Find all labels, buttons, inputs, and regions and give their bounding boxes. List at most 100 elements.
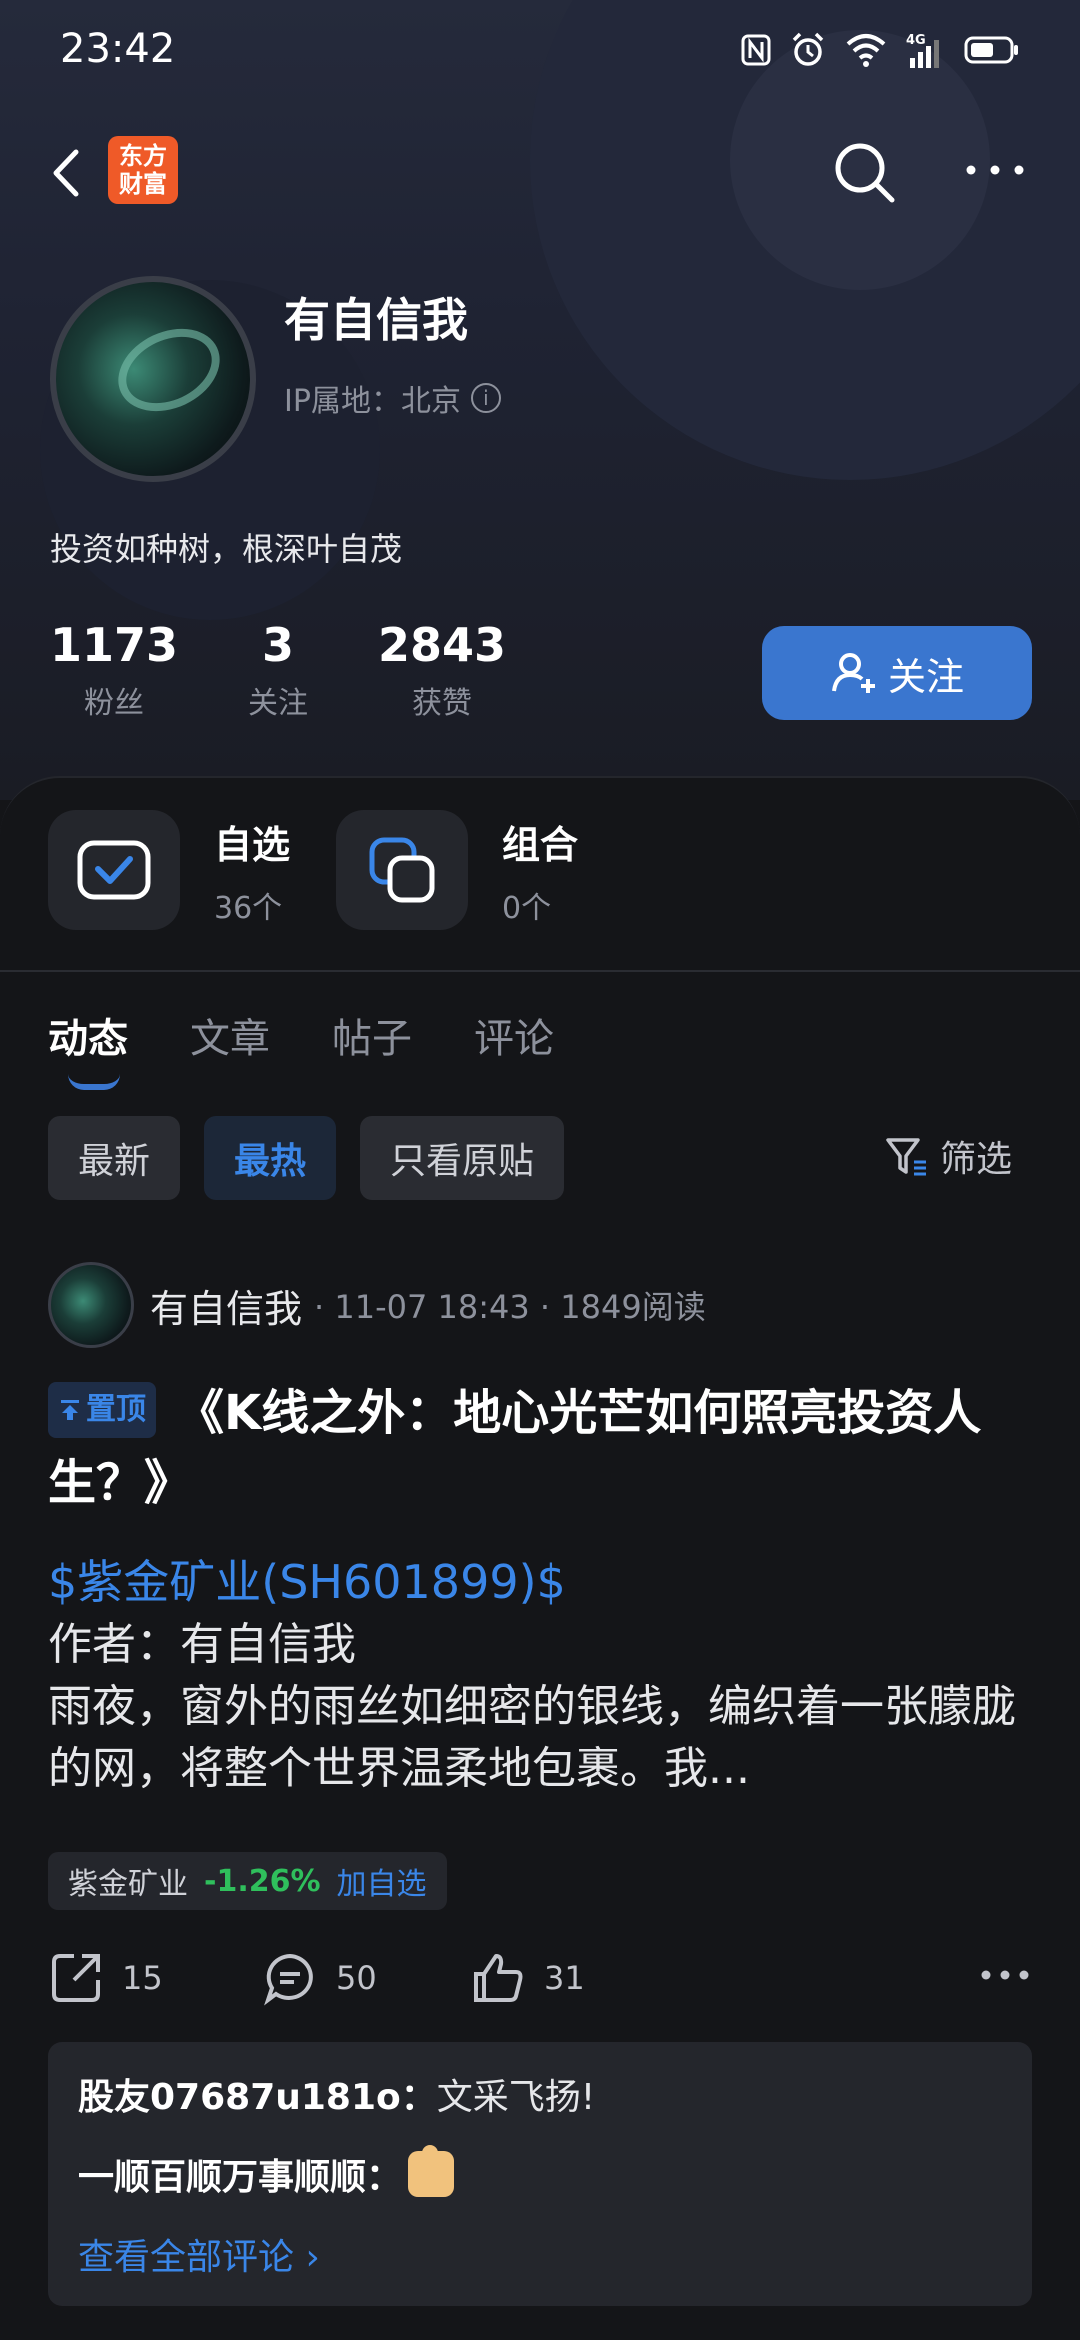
wifi-icon [846,34,886,67]
filter-hottest[interactable]: 最热 [204,1116,337,1200]
app-root: 23:42 4G 东方 财富 有自信我 IP属地：北京 i 投资如种树，根深叶自… [0,0,1080,2340]
watchlist-title: 自选 [214,822,291,867]
post-meta: · 11-07 18:43 · 1849阅读 [314,1288,706,1326]
share-button[interactable]: 15 [48,1950,163,2006]
logo-text-line: 东方 [119,142,167,170]
watchlist-text: 自选 36个 [214,814,290,927]
svg-text:4G: 4G [906,33,926,48]
pinned-badge: 置顶 [48,1382,156,1438]
profile-stats: 1173 粉丝 3 关注 2843 获赞 [50,618,576,722]
add-user-icon [831,653,875,693]
ip-location: IP属地：北京 i [284,376,501,420]
signal-4g-icon: 4G [906,33,939,68]
post-header: 有自信我 · 11-07 18:43 · 1849阅读 [48,1262,706,1348]
post-author-avatar[interactable] [48,1262,134,1348]
checkbox-icon [77,840,151,900]
comment-user[interactable]: 股友07687u181o： [78,2068,437,2120]
portfolio-icon-wrap [336,810,468,930]
portfolio-icon [369,837,435,903]
app-logo: 东方 财富 [108,136,178,204]
stock-change: -1.26% [204,1863,321,1899]
profile-bio: 投资如种树，根深叶自茂 [50,530,403,568]
search-button[interactable] [830,138,900,208]
filter-button[interactable]: 筛选 [884,1130,1012,1182]
add-to-watchlist-button[interactable]: 加自选 [337,1859,427,1903]
nfc-icon [741,34,771,66]
watchlist-icon-wrap [48,810,180,930]
stat-label: 获赞 [412,686,473,721]
stat-label: 关注 [248,686,309,721]
pin-top-icon [61,1400,79,1420]
watchlist-count: 36个 [214,890,283,926]
portfolio-shortcut[interactable]: 组合 0个 [336,808,578,932]
stat-following[interactable]: 3 关注 [248,618,308,722]
post-author[interactable]: 有自信我 [150,1278,302,1333]
tab-bar: 动态 文章 帖子 评论 [48,1006,554,1090]
comment-item: 股友07687u181o： 文采飞扬! [78,2068,1002,2120]
pinned-label: 置顶 [86,1392,146,1427]
stock-name: 紫金矿业 [68,1867,188,1902]
post-body-line: 雨夜，窗外的雨丝如细密的银线，编织着一张朦胧的网，将整个世界温柔地包裹。我... [48,1681,1016,1794]
more-horizontal-icon [966,165,1024,175]
thumbs-up-emoji-icon [408,2145,455,2197]
post-title: 《K线之外：地心光芒如何照亮投资人生？》 [48,1385,982,1511]
chevron-left-icon [53,149,79,197]
comment-count: 50 [336,1959,377,1997]
alarm-icon [792,32,824,66]
like-count: 31 [544,1959,585,1997]
comment-icon [264,1953,313,2006]
tab-posts[interactable]: 帖子 [332,1006,412,1064]
tab-activity[interactable]: 动态 [48,1006,128,1090]
view-all-comments-link[interactable]: 查看全部评论 › [78,2228,1002,2280]
comment-preview[interactable]: 股友07687u181o： 文采飞扬! 一顺百顺万事顺顺： 查看全部评论 › [48,2042,1032,2306]
post-title-block[interactable]: 置顶 《K线之外：地心光芒如何照亮投资人生？》 [48,1378,1038,1518]
like-button[interactable]: 31 [470,1950,585,2006]
comment-text: 文采飞扬! [436,2077,596,2118]
post-actions: 15 50 31 [48,1950,1032,2010]
portfolio-title: 组合 [502,822,579,867]
profile-name: 有自信我 [284,293,468,347]
sort-filters: 最新 最热 只看原贴 [48,1116,565,1200]
info-icon[interactable]: i [470,383,501,413]
post-body[interactable]: 作者：有自信我 雨夜，窗外的雨丝如细密的银线，编织着一张朦胧的网，将整个世界温柔… [48,1614,1038,1800]
thumbs-up-icon [474,1954,523,2002]
stat-value: 1173 [50,618,179,672]
profile-avatar[interactable] [50,276,256,482]
more-horizontal-icon [981,1970,1029,1980]
share-icon [52,1954,100,2002]
status-icons: 4G [740,30,1020,70]
stat-value: 3 [262,618,295,672]
comment-button[interactable]: 50 [262,1950,377,2006]
status-bar: 23:42 4G [0,0,1080,100]
stat-label: 粉丝 [84,686,145,721]
status-time: 23:42 [60,26,176,72]
watchlist-shortcut[interactable]: 自选 36个 [48,808,290,932]
stat-likes[interactable]: 2843 获赞 [378,618,506,722]
stock-link[interactable]: $紫金矿业(SH601899)$ [48,1546,566,1612]
portfolio-text: 组合 0个 [502,814,578,927]
divider [0,970,1080,972]
battery-icon [964,36,1018,64]
back-button[interactable] [42,138,92,208]
filter-icon [886,1138,926,1176]
stat-value: 2843 [378,618,507,672]
more-options-button[interactable] [960,150,1030,190]
search-icon [835,143,895,203]
follow-label: 关注 [887,654,964,699]
filter-latest[interactable]: 最新 [48,1116,181,1200]
tab-comments[interactable]: 评论 [474,1006,554,1064]
comment-item: 一顺百顺万事顺顺： [78,2145,1002,2200]
logo-text-line: 财富 [119,170,167,198]
post-body-line: 作者：有自信我 [48,1619,356,1670]
stat-fans[interactable]: 1173 粉丝 [50,618,178,722]
post-more-button[interactable] [978,1960,1032,1990]
filter-original-only[interactable]: 只看原贴 [360,1116,565,1200]
share-count: 15 [122,1959,163,1997]
follow-button[interactable]: 关注 [762,626,1032,720]
filter-label: 筛选 [940,1139,1013,1180]
tab-articles[interactable]: 文章 [190,1006,270,1064]
portfolio-count: 0个 [502,890,552,926]
stock-tag[interactable]: 紫金矿业 -1.26% 加自选 [48,1852,447,1910]
ip-location-text: IP属地：北京 [284,384,461,419]
comment-user[interactable]: 一顺百顺万事顺顺： [78,2148,402,2200]
